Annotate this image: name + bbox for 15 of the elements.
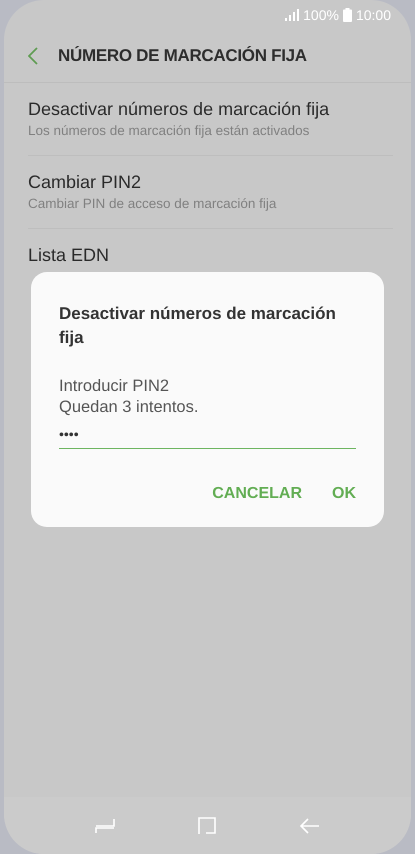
setting-title[interactable]: Cambiar PIN2 [28, 172, 393, 193]
back-icon[interactable] [28, 47, 38, 65]
setting-title[interactable]: Lista EDN [28, 245, 393, 266]
home-icon[interactable] [197, 816, 218, 836]
dialog-message: Introducir PIN2 [59, 376, 170, 397]
battery-icon [342, 8, 352, 22]
dialog-title: Desactivar números de marcación fija [59, 303, 337, 349]
pin-field[interactable]: •••• [59, 418, 356, 450]
setting-title[interactable]: Desactivar números de marcación fija [28, 99, 393, 120]
setting-subtitle: Los números de marcación fija están activados [28, 123, 310, 138]
dialog-message: Quedan 3 intentos. [59, 397, 200, 418]
page-title: NÚMERO DE MARCACIÓN FIJA [58, 46, 307, 66]
back-nav-icon[interactable] [300, 816, 320, 836]
setting-subtitle: Cambiar PIN de acceso de marcación fija [28, 196, 278, 211]
signal-icon [285, 9, 300, 21]
